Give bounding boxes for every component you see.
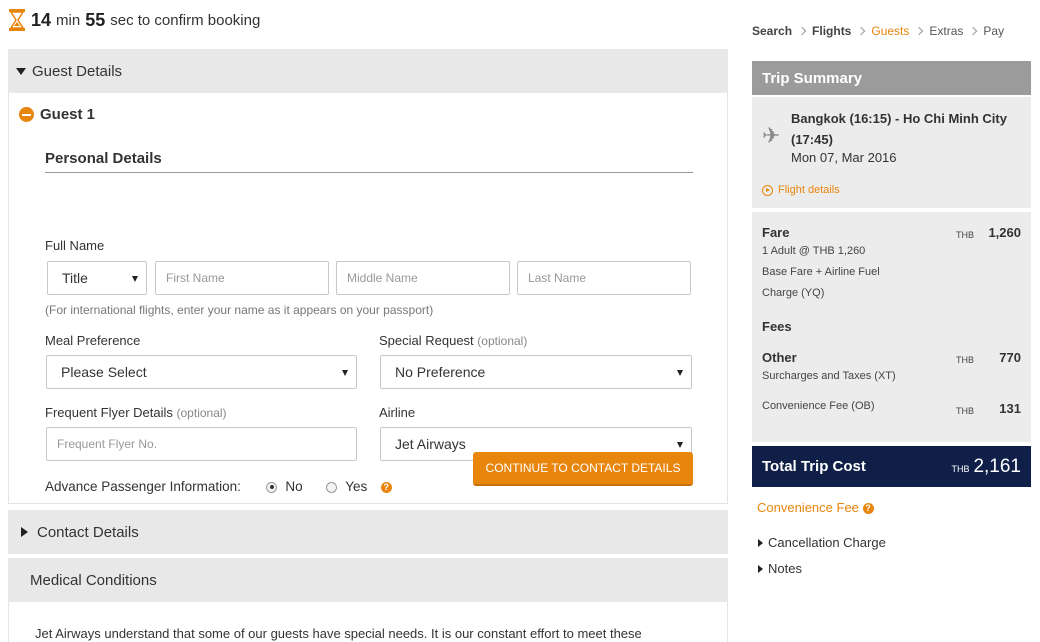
contact-details-title: Contact Details — [37, 523, 139, 541]
flight-info: ✈ Bangkok (16:15) - Ho Chi Minh City (17… — [752, 97, 1031, 208]
total-amount: 2,161 — [973, 455, 1021, 477]
first-name-input[interactable]: First Name — [155, 261, 329, 295]
timer-minutes: 14 — [31, 9, 52, 30]
trip-summary: Trip Summary ✈ Bangkok (16:15) - Ho Chi … — [752, 61, 1031, 442]
help-icon[interactable]: ? — [380, 481, 392, 493]
medical-conditions-header[interactable]: Medical Conditions — [8, 558, 728, 602]
convenience-amount: 131 — [999, 401, 1021, 416]
middle-name-input[interactable]: Middle Name — [336, 261, 510, 295]
special-request-value: No Preference — [395, 364, 486, 380]
breadcrumb-flights[interactable]: Flights — [812, 24, 851, 38]
timer-sec-label: sec to confirm booking — [110, 11, 261, 29]
breadcrumb: Search Flights Guests Extras Pay — [752, 24, 1004, 38]
last-name-input[interactable]: Last Name — [517, 261, 691, 295]
api-yes-radio[interactable] — [326, 481, 338, 493]
booking-form: Guest Details Guest 1 Personal Details F… — [8, 49, 728, 642]
api-no-label: No — [285, 479, 303, 494]
flight-details-link[interactable]: Flight details — [762, 184, 840, 196]
api-row: Advance Passenger Information: No Yes ? — [45, 479, 392, 494]
frequent-flyer-label: Frequent Flyer Details (optional) — [45, 405, 227, 420]
title-select[interactable]: Title — [47, 261, 147, 295]
chevron-right-icon — [857, 26, 866, 36]
chevron-right-icon — [915, 26, 924, 36]
caret-right-icon — [758, 564, 763, 573]
api-no-radio[interactable] — [266, 481, 278, 493]
special-request-label: Special Request (optional) — [379, 333, 528, 348]
airline-label: Airline — [379, 405, 416, 420]
airplane-icon: ✈ — [762, 123, 781, 148]
total-currency: THB — [951, 463, 970, 474]
help-icon[interactable]: ? — [862, 503, 874, 515]
other-currency: THB — [956, 355, 974, 365]
flight-details-label: Flight details — [778, 184, 840, 196]
flight-route: Bangkok (16:15) - Ho Chi Minh City (17:4… — [791, 111, 1007, 147]
chevron-right-icon — [797, 26, 807, 36]
other-amount: 770 — [999, 350, 1021, 365]
cancellation-charge-label: Cancellation Charge — [768, 535, 886, 550]
caret-right-icon — [758, 538, 763, 547]
cancellation-charge-link[interactable]: Cancellation Charge — [758, 535, 886, 550]
fare-currency: THB — [956, 230, 974, 240]
fare-detail-adult: 1 Adult @ THB 1,260 — [762, 245, 866, 257]
fare-detail-base: Base Fare + Airline Fuel Charge (YQ) — [762, 266, 880, 299]
guest-details-title: Guest Details — [32, 62, 123, 80]
meal-preference-select[interactable]: Please Select — [46, 355, 357, 389]
full-name-label: Full Name — [45, 238, 105, 253]
total-label: Total Trip Cost — [762, 458, 866, 475]
personal-details-title: Personal Details — [45, 150, 693, 173]
guest-details-header[interactable]: Guest Details — [8, 49, 728, 93]
flight-date: Mon 07, Mar 2016 — [791, 150, 897, 165]
breadcrumb-search[interactable]: Search — [752, 24, 792, 38]
breadcrumb-guests: Guests — [871, 24, 910, 38]
convenience-fee-link-label: Convenience Fee — [757, 500, 859, 515]
api-yes-label: Yes — [345, 479, 368, 494]
guest-1-toggle[interactable]: Guest 1 — [19, 106, 95, 123]
fare-amount: 1,260 — [988, 225, 1021, 240]
meal-preference-value: Please Select — [61, 364, 147, 380]
title-select-value: Title — [62, 270, 88, 286]
name-hint: (For international flights, enter your n… — [45, 303, 434, 317]
fare-label: Fare — [762, 225, 790, 240]
caret-right-icon — [21, 527, 28, 537]
continue-to-contact-button[interactable]: CONTINUE TO CONTACT DETAILS — [473, 452, 693, 486]
medical-conditions-text: Jet Airways understand that some of our … — [8, 602, 728, 642]
contact-details-header[interactable]: Contact Details — [8, 510, 728, 554]
chevron-down-icon — [677, 370, 683, 376]
meal-preference-label: Meal Preference — [45, 333, 141, 348]
other-detail: Surcharges and Taxes (XT) — [762, 370, 896, 382]
chevron-down-icon — [342, 370, 348, 376]
breadcrumb-extras: Extras — [929, 24, 964, 38]
collapse-icon — [19, 107, 34, 122]
medical-conditions-title: Medical Conditions — [30, 571, 157, 589]
hourglass-icon — [9, 9, 25, 31]
chevron-down-icon — [677, 442, 683, 448]
optional-tag: (optional) — [477, 334, 528, 348]
chevron-right-icon — [969, 26, 978, 36]
airline-value: Jet Airways — [395, 436, 466, 452]
trip-summary-title: Trip Summary — [752, 61, 1031, 95]
play-circle-icon — [762, 184, 773, 196]
booking-timer: 14 min 55 sec to confirm booking — [8, 8, 260, 32]
optional-tag: (optional) — [176, 406, 227, 420]
api-label: Advance Passenger Information: — [45, 479, 241, 494]
fees-label: Fees — [762, 319, 792, 334]
fare-breakdown: Fare THB 1,260 1 Adult @ THB 1,260 Base … — [752, 212, 1031, 442]
chevron-down-icon — [132, 276, 138, 282]
caret-down-icon — [16, 67, 26, 75]
notes-label: Notes — [768, 561, 802, 576]
breadcrumb-pay: Pay — [983, 24, 1005, 38]
convenience-fee-link[interactable]: Convenience Fee ? — [757, 500, 874, 515]
timer-seconds: 55 — [85, 9, 106, 30]
guest-details-panel: Guest 1 Personal Details Full Name Title… — [8, 93, 728, 504]
convenience-currency: THB — [956, 406, 974, 416]
frequent-flyer-input[interactable]: Frequent Flyer No. — [46, 427, 357, 461]
guest-1-label: Guest 1 — [40, 106, 96, 123]
other-label: Other — [762, 350, 797, 365]
total-trip-cost: Total Trip Cost THB 2,161 — [752, 446, 1031, 487]
special-request-select[interactable]: No Preference — [380, 355, 692, 389]
timer-min-label: min — [56, 11, 81, 29]
notes-link[interactable]: Notes — [758, 561, 802, 576]
convenience-fee-label: Convenience Fee (OB) — [762, 400, 875, 412]
